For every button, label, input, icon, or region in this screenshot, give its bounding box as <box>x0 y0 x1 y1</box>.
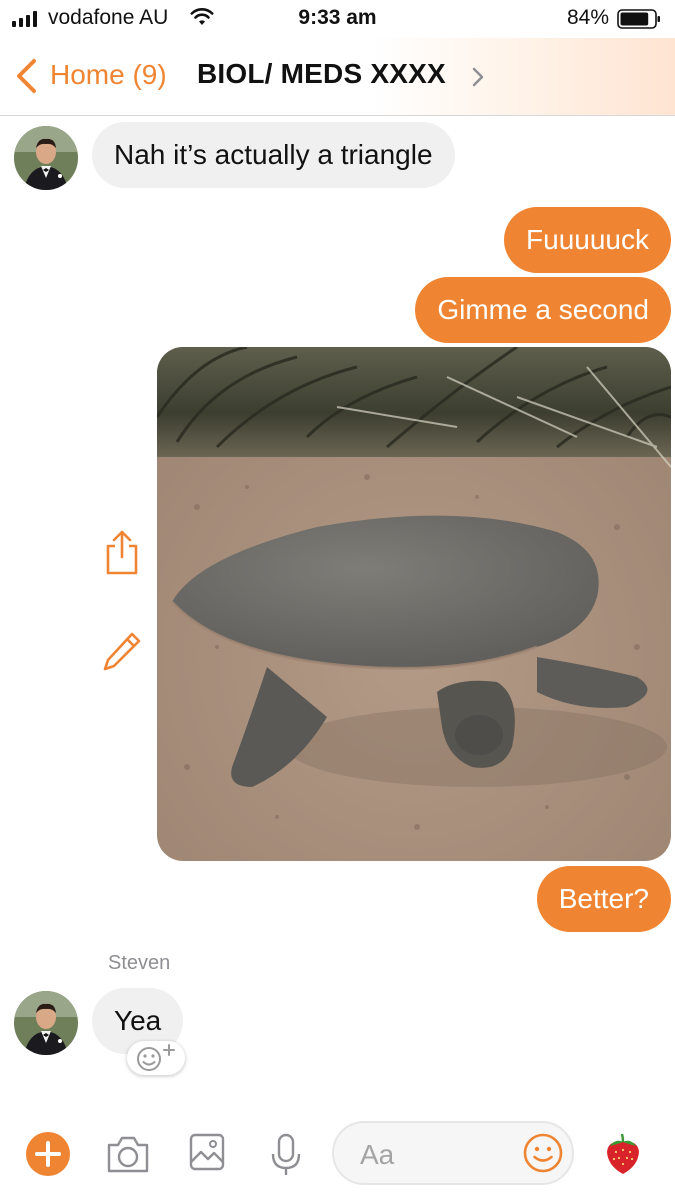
microphone-icon[interactable] <box>270 1132 302 1178</box>
avatar[interactable] <box>14 126 78 190</box>
turtle-photo <box>157 347 671 861</box>
input-placeholder: Aa <box>360 1139 395 1170</box>
edit-pencil-icon[interactable] <box>102 628 142 674</box>
avatar[interactable] <box>14 991 78 1055</box>
share-icon[interactable] <box>102 529 142 575</box>
outgoing-message-bubble[interactable]: Better? <box>536 866 671 932</box>
battery-percent: 84% <box>567 6 610 29</box>
camera-icon[interactable] <box>105 1133 151 1175</box>
back-button[interactable]: Home (9) <box>50 59 167 91</box>
avatar-photo <box>14 991 78 1055</box>
conversation-header: Home (9) BIOL/ MEDS XXXX <box>0 38 675 116</box>
incoming-message-bubble[interactable]: Nah it’s actually a triangle <box>92 122 455 188</box>
message-input[interactable]: Aa <box>332 1121 574 1185</box>
back-chevron-icon[interactable] <box>14 58 38 94</box>
message-composer: Aa <box>0 1108 675 1200</box>
add-reaction-button[interactable] <box>127 1041 185 1075</box>
message-text: Better? <box>558 883 649 914</box>
message-text: Nah it’s actually a triangle <box>114 139 433 170</box>
message-text: Fuuuuuck <box>526 224 649 255</box>
plus-icon[interactable] <box>25 1131 71 1177</box>
outgoing-message-bubble[interactable]: Fuuuuuck <box>504 207 671 273</box>
sender-name: Steven <box>108 952 171 974</box>
strawberry-icon[interactable] <box>604 1130 642 1176</box>
title-chevron-icon[interactable] <box>471 66 485 88</box>
conversation-title[interactable]: BIOL/ MEDS XXXX <box>197 58 446 90</box>
emoji-icon[interactable] <box>522 1132 564 1174</box>
battery-icon <box>617 9 660 29</box>
message-text: Gimme a second <box>437 294 649 325</box>
avatar-photo <box>14 126 78 190</box>
status-bar: vodafone AU 9:33 am 84% <box>0 0 675 38</box>
shared-photo[interactable] <box>157 347 671 861</box>
gallery-icon[interactable] <box>188 1132 226 1172</box>
add-reaction-icon <box>137 1044 175 1071</box>
outgoing-message-bubble[interactable]: Gimme a second <box>415 277 671 343</box>
message-text: Yea <box>114 1005 162 1036</box>
